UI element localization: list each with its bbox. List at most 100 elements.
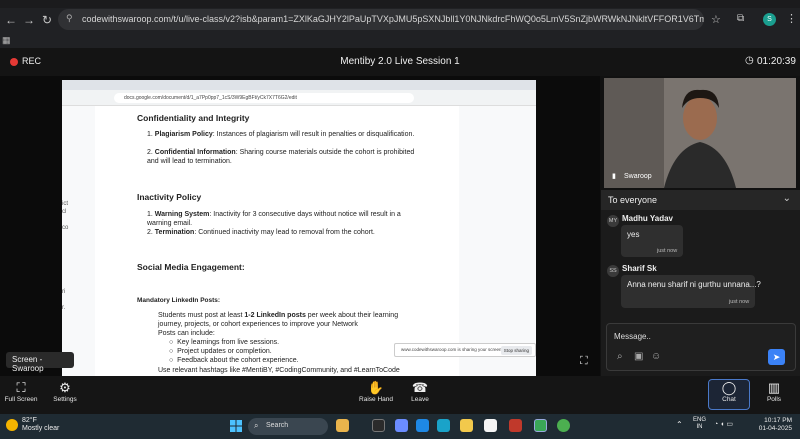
- meeting-toolbar: [0, 376, 800, 414]
- bookmark-star-icon[interactable]: ☆: [711, 13, 721, 26]
- paragraph: Use relevant hashtags like #MentiBY, #Co…: [158, 367, 400, 374]
- image-icon[interactable]: ▣: [634, 351, 643, 362]
- section-heading: Social Media Engagement:: [137, 262, 245, 272]
- shared-browser-toolbar: docs.google.com/document/d/1_a7Pp0pp7_1c…: [62, 90, 536, 106]
- doc-outline-panel: ict cl co ri r.: [62, 106, 95, 376]
- widgets-icon[interactable]: [336, 419, 349, 432]
- address-bar[interactable]: ⚲ codewithswaroop.com/t/u/live-class/v2?…: [58, 9, 704, 30]
- chat-input[interactable]: [606, 323, 796, 371]
- chat-button[interactable]: ◯ Chat: [708, 380, 750, 403]
- mic-icon: ▮: [612, 173, 616, 180]
- apps-grid-icon[interactable]: ▦: [2, 35, 11, 46]
- weather-widget[interactable]: 82°F Mostly clear: [22, 417, 59, 433]
- attach-icon[interactable]: ⌕: [617, 351, 623, 362]
- outline-fragment: co: [62, 225, 69, 231]
- copilot-icon[interactable]: [395, 419, 408, 432]
- list-item: 1. Warning System: Inactivity for 3 cons…: [147, 211, 401, 227]
- message-time: just now: [657, 248, 678, 254]
- chrome-icon[interactable]: [534, 419, 547, 432]
- forward-icon[interactable]: →: [22, 13, 36, 27]
- paragraph: Posts can include:: [158, 330, 215, 337]
- bullet-item: ○ Project updates or completion.: [169, 348, 272, 355]
- bullet-item: ○ Feedback about the cohort experience.: [169, 357, 299, 364]
- site-info-icon[interactable]: ⚲: [66, 13, 73, 24]
- browser-menu-icon[interactable]: ⋮: [786, 12, 797, 25]
- participant-video: [604, 78, 796, 188]
- clock-icon: ◷: [745, 55, 754, 66]
- recipient-label: To everyone: [608, 195, 658, 205]
- clock-time: 10:17 PM: [764, 417, 792, 424]
- file-explorer-icon[interactable]: [460, 419, 473, 432]
- participant-name: Swaroop: [624, 173, 652, 180]
- section-heading: Confidentiality and Integrity: [137, 113, 250, 123]
- avatar: MY: [607, 215, 619, 227]
- system-clock[interactable]: 10:17 PM 01-04-2025: [752, 417, 792, 433]
- back-icon[interactable]: ←: [4, 13, 18, 27]
- message-time: just now: [729, 299, 750, 305]
- message-bubble: Anna nenu sharif ni gurthu unnana...? ju…: [621, 275, 761, 308]
- message-text: yes: [627, 230, 640, 239]
- edge-icon[interactable]: [437, 419, 450, 432]
- outline-fragment: r.: [62, 305, 66, 311]
- share-notice-text: www.codewithswaroop.com is sharing your …: [401, 347, 503, 352]
- stop-sharing-button[interactable]: Stop sharing: [500, 346, 532, 355]
- bullet-item: ○ Key learnings from live sessions.: [169, 339, 280, 346]
- doc-side-margin: [459, 106, 536, 376]
- gear-icon: ⚙: [59, 380, 71, 395]
- store-icon[interactable]: [484, 419, 497, 432]
- clock-date: 01-04-2025: [758, 425, 792, 432]
- fullscreen-icon: ⛶: [16, 380, 26, 395]
- task-view-icon[interactable]: [372, 419, 385, 432]
- windows-start-icon[interactable]: [230, 420, 242, 432]
- message-bubble: yes just now: [621, 225, 683, 257]
- emoji-icon[interactable]: ☺: [651, 351, 661, 362]
- expand-icon[interactable]: ⛶: [580, 355, 588, 368]
- mail-icon[interactable]: [416, 419, 429, 432]
- screen-owner-label: Screen - Swaroop: [6, 352, 74, 373]
- taskbar-search[interactable]: ⌕ Search: [248, 418, 328, 435]
- url-text: codewithswaroop.com/t/u/live-class/v2?is…: [82, 14, 704, 24]
- extensions-icon[interactable]: ⧉: [737, 13, 744, 24]
- polls-button[interactable]: ▥ Polls: [760, 380, 788, 403]
- message-sender: Madhu Yadav: [622, 214, 673, 223]
- message-sender: Sharif Sk: [622, 264, 657, 273]
- shared-screen: docs.google.com/document/d/1_a7Pp0pp7_1c…: [62, 80, 536, 376]
- tray-chevron-icon[interactable]: ⌃: [676, 420, 683, 429]
- avatar: SS: [607, 265, 619, 277]
- meeting-title: Mentiby 2.0 Live Session 1: [340, 56, 460, 67]
- temperature: 82°F: [22, 417, 37, 424]
- weather-condition: Mostly clear: [22, 425, 60, 432]
- message-text: Anna nenu sharif ni gurthu unnana...?: [627, 280, 761, 289]
- chevron-down-icon: ⌄: [782, 193, 791, 204]
- shared-browser-tabs: [62, 80, 536, 90]
- document-page: Confidentiality and Integrity 1. Plagiar…: [95, 106, 459, 376]
- shared-url: docs.google.com/document/d/1_a7Pp0pp7_1c…: [114, 93, 414, 103]
- send-button[interactable]: ➤: [768, 349, 785, 365]
- list-item: 2. Confidential Information: Sharing cou…: [147, 149, 415, 165]
- screen-share-notice: www.codewithswaroop.com is sharing your …: [394, 343, 536, 357]
- profile-avatar[interactable]: S: [763, 13, 776, 26]
- recipient-select[interactable]: To everyone ⌄: [601, 190, 800, 210]
- session-timer: 01:20:39: [757, 56, 796, 67]
- section-heading: Inactivity Policy: [137, 192, 202, 202]
- phone-hangup-icon: ☎: [411, 380, 429, 395]
- subheading: Mandatory LinkedIn Posts:: [137, 297, 221, 304]
- raise-hand-button[interactable]: ✋ Raise Hand: [357, 380, 395, 403]
- list-item: 1. Plagiarism Policy: Instances of plagi…: [147, 131, 415, 138]
- chrome-profile-icon[interactable]: [557, 419, 570, 432]
- fullscreen-button[interactable]: ⛶ Full Screen: [4, 380, 38, 403]
- chat-placeholder: Message..: [614, 332, 651, 341]
- hand-icon: ✋: [367, 380, 385, 395]
- paragraph: Students must post at least 1-2 LinkedIn…: [158, 312, 399, 328]
- leave-button[interactable]: ☎ Leave: [405, 380, 435, 403]
- settings-button[interactable]: ⚙ Settings: [50, 380, 80, 403]
- weather-icon[interactable]: [6, 419, 18, 431]
- reload-icon[interactable]: ↻: [40, 13, 54, 27]
- language-indicator[interactable]: ENG IN: [693, 417, 706, 431]
- list-item: 2. Termination: Continued inactivity may…: [147, 229, 375, 236]
- mcafee-icon[interactable]: [509, 419, 522, 432]
- outline-fragment: ri: [62, 289, 66, 295]
- wifi-volume-battery-icon[interactable]: ◔ ◖ ▭: [714, 420, 733, 428]
- outline-fragment: ict: [62, 201, 68, 207]
- bar-chart-icon: ▥: [767, 380, 781, 395]
